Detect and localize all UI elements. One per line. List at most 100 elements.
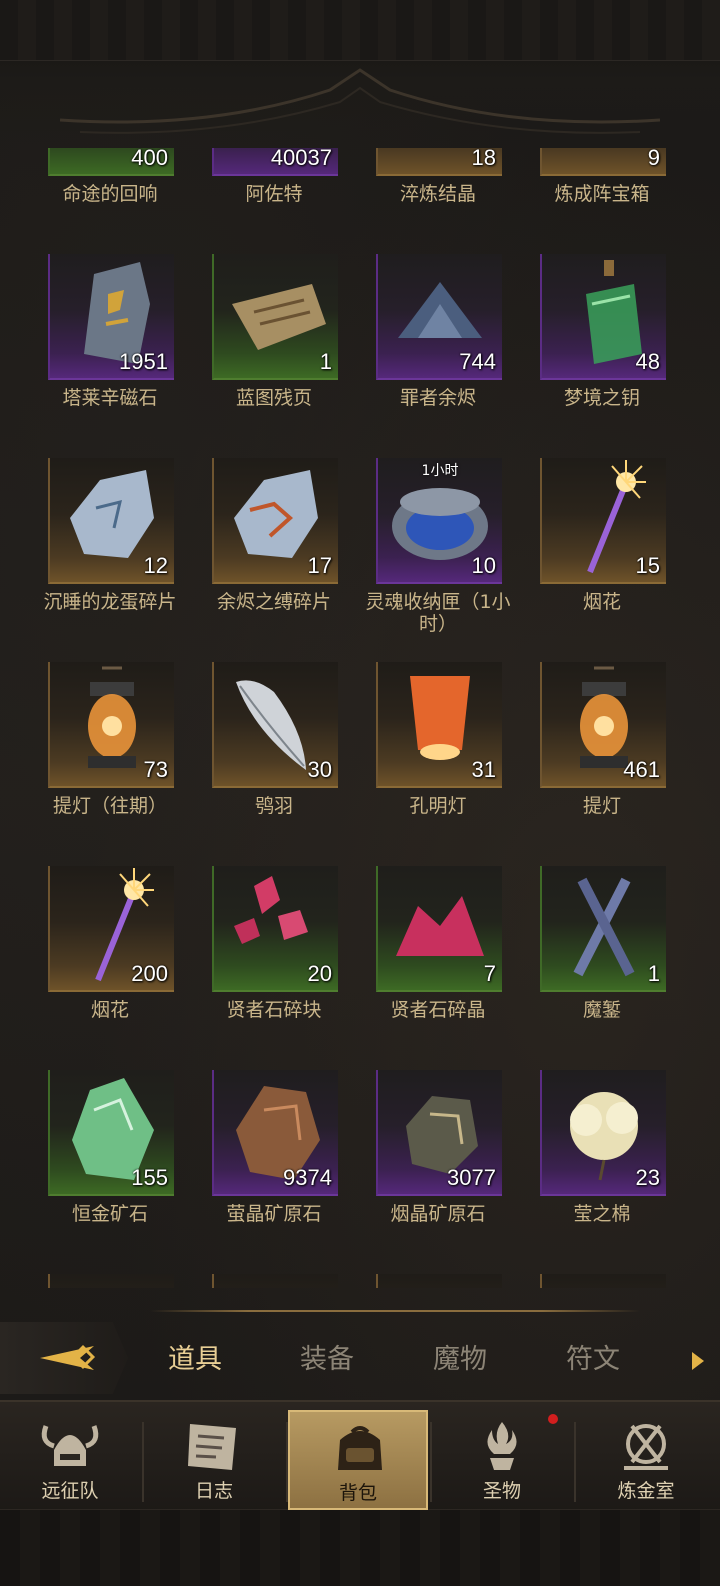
item-quantity: 7 [483,961,496,986]
nav-label: 日志 [194,1480,233,1502]
item-quantity: 18 [471,148,496,170]
tab-equipment[interactable]: 装备 [272,1330,382,1390]
tab-monsters[interactable]: 魔物 [405,1330,515,1390]
item-tile[interactable]: 7 [376,866,502,992]
item-name: 贤者石碎块 [226,999,322,1021]
inventory-item[interactable] [48,1274,174,1288]
item-tile[interactable]: 9374 [212,1070,338,1196]
inventory-item[interactable]: 744 罪者余烬 [376,254,502,409]
nav-backpack[interactable]: 背包 [288,1410,428,1510]
item-tile[interactable]: 744 [376,254,502,380]
inventory-item[interactable]: 23 莹之棉 [540,1070,666,1225]
nav-relics[interactable]: 圣物 [432,1410,572,1510]
inventory-item[interactable]: 20 贤者石碎块 [212,866,338,1021]
inventory-item[interactable]: 40037 阿佐特 [212,148,338,205]
inventory-item[interactable] [376,1274,502,1288]
item-quantity: 744 [459,349,496,374]
tabs-next-icon[interactable] [692,1352,704,1370]
inventory-item[interactable]: 1 蓝图残页 [212,254,338,409]
item-tile[interactable]: 400 [48,148,174,176]
item-name: 烟花 [90,999,129,1021]
item-tile[interactable]: 31 [376,662,502,788]
item-name: 魔錾 [582,999,621,1021]
item-tile[interactable]: 73 [48,662,174,788]
item-tile[interactable] [540,1274,666,1288]
item-tile[interactable]: 1 [540,866,666,992]
bottom-trim [0,1509,720,1586]
nav-expedition[interactable]: 远征队 [0,1410,140,1510]
back-arrow-icon [40,1344,96,1370]
item-name: 淬炼结晶 [399,183,476,205]
nav-label: 圣物 [482,1480,521,1502]
item-tile[interactable]: 1951 [48,254,174,380]
tab-runes[interactable]: 符文 [538,1330,648,1390]
item-tile[interactable]: 461 [540,662,666,788]
item-tile[interactable]: 48 [540,254,666,380]
inventory-item[interactable]: 9 炼成阵宝箱 [540,148,666,205]
inventory-item[interactable]: 31 孔明灯 [376,662,502,817]
inventory-item[interactable]: 7 贤者石碎晶 [376,866,502,1021]
inventory-item[interactable]: 12 沉睡的龙蛋碎片 [43,458,177,613]
nav-label: 远征队 [41,1480,99,1502]
tab-items[interactable]: 道具 [140,1330,250,1390]
nav-label: 背包 [338,1482,377,1504]
item-tile[interactable]: 23 [540,1070,666,1196]
inventory-item[interactable] [540,1274,666,1288]
item-tile[interactable]: 1小时 10 [376,458,502,584]
nav-journal[interactable]: 日志 [144,1410,284,1510]
item-tile[interactable] [48,1274,174,1288]
inventory-item[interactable]: 9374 萤晶矿原石 [212,1070,338,1225]
inventory-item[interactable]: 17 余烬之缚碎片 [212,458,338,613]
item-tile[interactable]: 12 [48,458,174,584]
item-quantity: 3077 [447,1165,496,1190]
top-frame [0,0,720,145]
item-tile[interactable]: 20 [212,866,338,992]
item-tile[interactable]: 9 [540,148,666,176]
back-button[interactable] [0,1322,128,1394]
inventory-item[interactable]: 400 命途的回响 [48,148,174,205]
item-tile[interactable]: 155 [48,1070,174,1196]
item-quantity: 1 [647,961,660,986]
item-quantity: 155 [131,1165,168,1190]
item-tile[interactable]: 17 [212,458,338,584]
inventory-item[interactable]: 1 魔錾 [540,866,666,1021]
inventory-item[interactable]: 18 淬炼结晶 [376,148,502,205]
inventory-item[interactable]: 155 恒金矿石 [48,1070,174,1225]
item-quantity: 20 [307,961,332,986]
item-quantity: 10 [471,553,496,578]
inventory-item[interactable]: 1951 塔莱辛磁石 [48,254,174,409]
item-name: 命途的回响 [62,183,158,205]
item-name: 贤者石碎晶 [390,999,486,1021]
item-timer: 1小时 [421,463,459,479]
item-tile[interactable]: 1 [212,254,338,380]
bottom-navbar: 远征队 日志 背包 圣物 炼金室 [0,1400,720,1586]
item-name: 提灯 [582,795,621,817]
item-tile[interactable]: 18 [376,148,502,176]
item-tile[interactable] [212,1274,338,1288]
item-name: 提灯（往期） [52,795,167,817]
item-tile[interactable]: 40037 [212,148,338,176]
item-name: 莹之棉 [573,1203,631,1225]
item-name: 烟花 [582,591,621,613]
inventory-item[interactable]: 15 烟花 [540,458,666,613]
nav-alchemy[interactable]: 炼金室 [576,1410,716,1510]
inventory-item[interactable]: 461 提灯 [540,662,666,817]
inventory-item[interactable] [212,1274,338,1288]
journal-icon [188,1424,236,1470]
item-quantity: 9 [647,148,660,170]
item-tile[interactable]: 30 [212,662,338,788]
item-tile[interactable] [376,1274,502,1288]
item-tile[interactable]: 15 [540,458,666,584]
item-quantity: 23 [635,1165,660,1190]
inventory-item[interactable]: 3077 烟晶矿原石 [376,1070,502,1225]
inventory-item[interactable]: 200 烟花 [48,866,174,1021]
inventory-item[interactable]: 30 鸮羽 [212,662,338,817]
inventory-item[interactable]: 1小时 10 灵魂收纳匣（1小时） [365,458,511,635]
item-quantity: 12 [143,553,168,578]
item-tile[interactable]: 3077 [376,1070,502,1196]
item-quantity: 400 [131,148,168,170]
item-tile[interactable]: 200 [48,866,174,992]
inventory-item[interactable]: 48 梦境之钥 [540,254,666,409]
inventory-item[interactable]: 73 提灯（往期） [48,662,174,817]
inventory-grid[interactable]: 400 命途的回响 40037 阿佐特 18 淬炼结晶 9 炼成阵宝箱 1951 塔莱辛磁石 1 蓝图… [0,148,720,1288]
